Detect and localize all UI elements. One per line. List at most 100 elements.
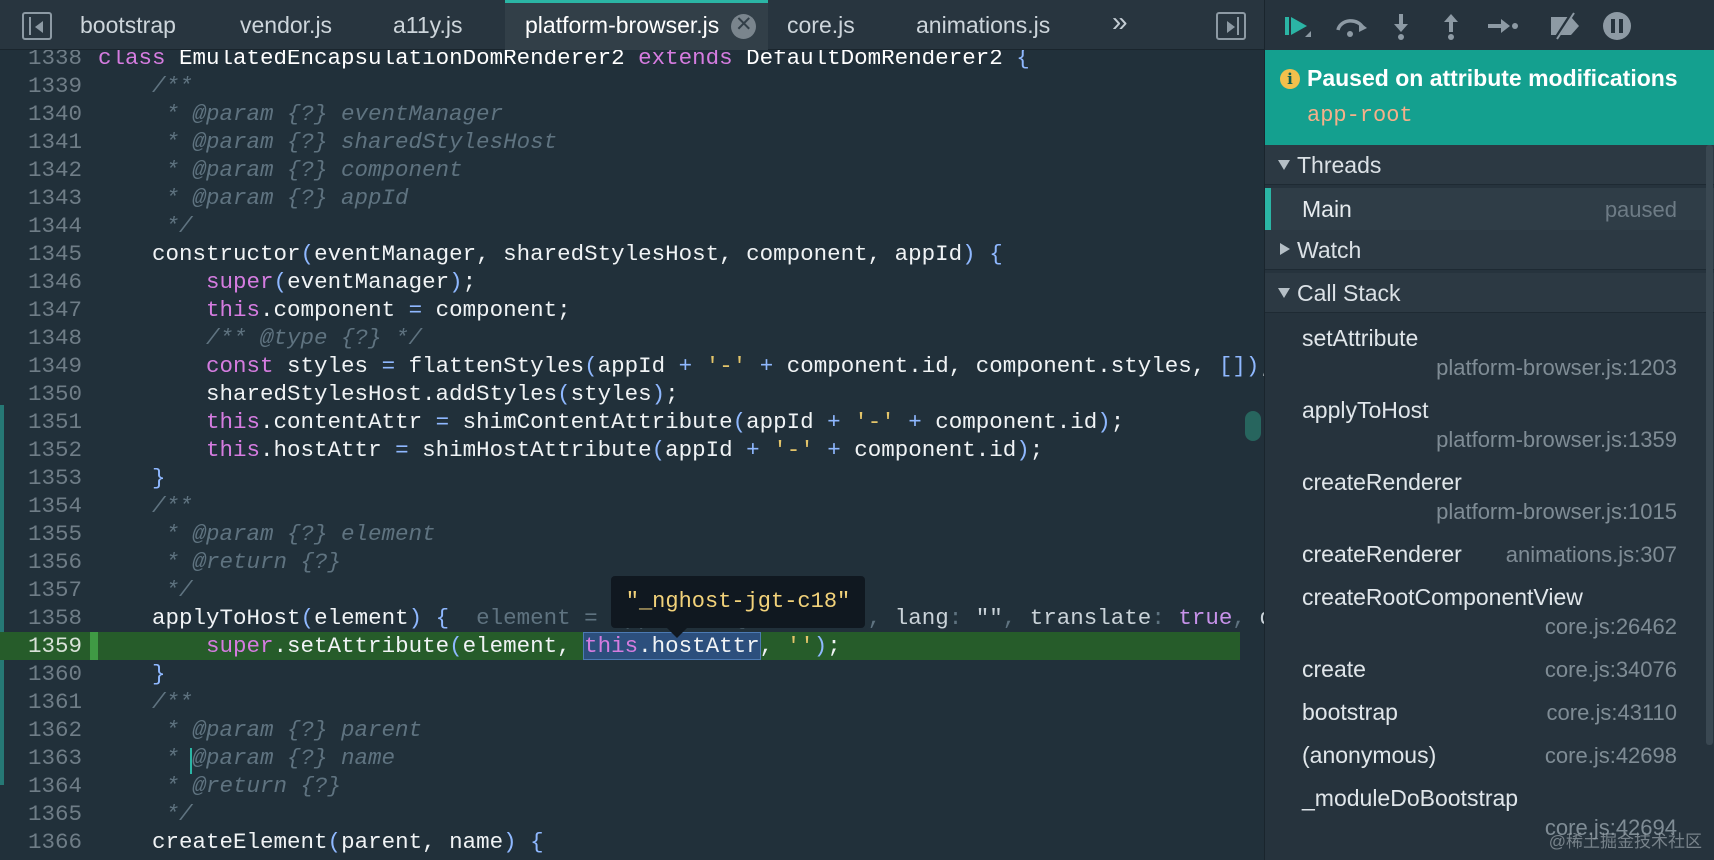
code-line[interactable]: 1351 this.contentAttr = shimContentAttri… bbox=[0, 408, 1240, 436]
line-number: 1347 bbox=[27, 297, 82, 323]
step-over-icon[interactable] bbox=[1333, 10, 1369, 42]
line-number: 1340 bbox=[27, 101, 82, 127]
scroll-marker bbox=[1245, 411, 1261, 441]
frame-function: _moduleDoBootstrap bbox=[1302, 785, 1519, 811]
current-execution-line[interactable]: 1359 super.setAttribute(element, this.ho… bbox=[0, 632, 1240, 660]
code-line[interactable]: 1341 * @param {?} sharedStylesHost bbox=[0, 128, 1240, 156]
code-line[interactable]: 1366 createElement(parent, name) { bbox=[0, 828, 1240, 856]
frame-location: core.js:26462 bbox=[1544, 614, 1677, 639]
line-number: 1344 bbox=[27, 213, 82, 239]
editor-tab-bar: bootstrap vendor.js a11y.js platform-bro… bbox=[0, 0, 1264, 50]
code-line[interactable]: 1356 * @return {?} bbox=[0, 548, 1240, 576]
line-number: 1350 bbox=[27, 381, 82, 407]
tab-platform-browser-js[interactable]: platform-browser.js ✕ bbox=[505, 0, 769, 50]
toggle-sidebar-right-icon[interactable] bbox=[1216, 12, 1246, 40]
toggle-sidebar-left-icon[interactable] bbox=[22, 12, 52, 40]
frame-location: core.js:43110 bbox=[1546, 700, 1677, 725]
code-editor[interactable]: 1338 class EmulatedEncapsulationDomRender… bbox=[0, 50, 1264, 860]
step-icon[interactable] bbox=[1485, 10, 1521, 42]
code-line[interactable]: 1362 * @param {?} parent bbox=[0, 716, 1240, 744]
frame-location: platform-browser.js:1203 bbox=[1436, 355, 1677, 380]
tab-label: bootstrap bbox=[80, 12, 176, 38]
code-line[interactable]: 1363 * @param {?} name bbox=[0, 744, 1240, 772]
tab-bootstrap[interactable]: bootstrap bbox=[80, 0, 176, 50]
paused-banner: i Paused on attribute modifications app-… bbox=[1265, 50, 1714, 145]
thread-state: paused bbox=[1604, 197, 1677, 222]
line-number: 1346 bbox=[27, 269, 82, 295]
code-line[interactable]: 1354 /** bbox=[0, 492, 1240, 520]
call-stack-frame[interactable]: create core.js:34076 bbox=[1265, 656, 1714, 699]
line-number: 1360 bbox=[27, 661, 82, 687]
frame-function: create bbox=[1302, 656, 1366, 682]
code-line[interactable]: 1365 */ bbox=[0, 800, 1240, 828]
frame-function: createRootComponentView bbox=[1302, 584, 1583, 610]
code-line[interactable]: 1342 * @param {?} component bbox=[0, 156, 1240, 184]
thread-name: Main bbox=[1302, 196, 1352, 222]
chevron-right-icon bbox=[1280, 243, 1290, 255]
line-number: 1356 bbox=[27, 549, 82, 575]
watch-section-header[interactable]: Watch bbox=[1265, 230, 1714, 270]
frame-function: bootstrap bbox=[1302, 699, 1398, 725]
call-stack-frame[interactable]: bootstrap core.js:43110 bbox=[1265, 699, 1714, 742]
paused-target-element[interactable]: app-root bbox=[1307, 103, 1413, 128]
thread-main[interactable]: Main paused bbox=[1265, 188, 1714, 230]
line-number: 1359 bbox=[27, 633, 82, 659]
tab-vendor-js[interactable]: vendor.js bbox=[240, 0, 332, 50]
text-caret bbox=[190, 748, 192, 774]
tab-label: vendor.js bbox=[240, 12, 333, 38]
sidebar-scrollbar[interactable] bbox=[1706, 145, 1713, 745]
threads-section-header[interactable]: Threads bbox=[1265, 145, 1714, 185]
code-line[interactable]: 1340 * @param {?} eventManager bbox=[0, 100, 1240, 128]
deactivate-breakpoints-icon[interactable] bbox=[1547, 10, 1583, 42]
line-number: 1342 bbox=[27, 157, 82, 183]
code-line[interactable]: 1349 const styles = flattenStyles(appId … bbox=[0, 352, 1264, 380]
code-line[interactable]: 1348 /** @type {?} */ bbox=[0, 324, 1240, 352]
close-icon[interactable]: ✕ bbox=[731, 14, 757, 39]
tab-a11y-js[interactable]: a11y.js bbox=[393, 0, 462, 50]
call-stack-section-header[interactable]: Call Stack bbox=[1265, 273, 1714, 313]
frame-location: core.js:42698 bbox=[1544, 743, 1677, 768]
call-stack-frame[interactable]: createRenderer platform-browser.js:1015 bbox=[1265, 469, 1714, 541]
code-line[interactable]: 1346 super(eventManager); bbox=[0, 268, 1240, 296]
line-number: 1365 bbox=[27, 801, 82, 827]
chevron-down-icon bbox=[1278, 160, 1290, 170]
code-line[interactable]: 1360 } bbox=[0, 660, 1240, 688]
step-into-icon[interactable] bbox=[1383, 10, 1419, 42]
code-line[interactable]: 1338 class EmulatedEncapsulationDomRender… bbox=[0, 50, 1240, 72]
code-line[interactable]: 1353 } bbox=[0, 464, 1240, 492]
tab-core-js[interactable]: core.js bbox=[787, 0, 855, 50]
code-line[interactable]: 1343 * @param {?} appId bbox=[0, 184, 1240, 212]
frame-function: createRenderer bbox=[1302, 541, 1462, 567]
call-stack-frame[interactable]: createRootComponentView core.js:26462 bbox=[1265, 584, 1714, 656]
line-number: 1338 bbox=[27, 50, 82, 71]
more-tabs-icon[interactable]: » bbox=[1112, 6, 1128, 38]
debugger-sidebar: i Paused on attribute modifications app-… bbox=[1264, 0, 1714, 860]
frame-function: createRenderer bbox=[1302, 469, 1462, 495]
tab-animations-js[interactable]: animations.js bbox=[916, 0, 1050, 50]
code-line[interactable]: 1344 */ bbox=[0, 212, 1240, 240]
code-line[interactable]: 1361 /** bbox=[0, 688, 1240, 716]
code-line[interactable]: 1345 constructor(eventManager, sharedSty… bbox=[0, 240, 1240, 268]
value-tooltip: "_nghost-jgt-c18" bbox=[611, 576, 865, 638]
call-stack-frame[interactable]: setAttribute platform-browser.js:1203 bbox=[1265, 325, 1714, 397]
pause-on-exceptions-icon[interactable] bbox=[1599, 10, 1635, 42]
line-number: 1357 bbox=[27, 577, 82, 603]
code-line[interactable]: 1352 this.hostAttr = shimHostAttribute(a… bbox=[0, 436, 1240, 464]
tab-label: a11y.js bbox=[393, 12, 463, 38]
frame-location: core.js:34076 bbox=[1544, 657, 1677, 682]
call-stack-frame[interactable]: applyToHost platform-browser.js:1359 bbox=[1265, 397, 1714, 469]
line-number: 1351 bbox=[27, 409, 82, 435]
code-line[interactable]: 1339 /** bbox=[0, 72, 1240, 100]
line-number: 1343 bbox=[27, 185, 82, 211]
line-number: 1361 bbox=[27, 689, 82, 715]
line-number: 1341 bbox=[27, 129, 82, 155]
call-stack-frame[interactable]: createRenderer animations.js:307 bbox=[1265, 541, 1714, 581]
code-line[interactable]: 1364 * @return {?} bbox=[0, 772, 1240, 800]
resume-icon[interactable] bbox=[1279, 10, 1315, 42]
step-out-icon[interactable] bbox=[1433, 10, 1469, 42]
code-line[interactable]: 1355 * @param {?} element bbox=[0, 520, 1240, 548]
tab-label: animations.js bbox=[916, 12, 1051, 38]
code-line[interactable]: 1350 sharedStylesHost.addStyles(styles); bbox=[0, 380, 1240, 408]
code-line[interactable]: 1347 this.component = component; bbox=[0, 296, 1240, 324]
call-stack-frame[interactable]: (anonymous) core.js:42698 bbox=[1265, 742, 1714, 785]
